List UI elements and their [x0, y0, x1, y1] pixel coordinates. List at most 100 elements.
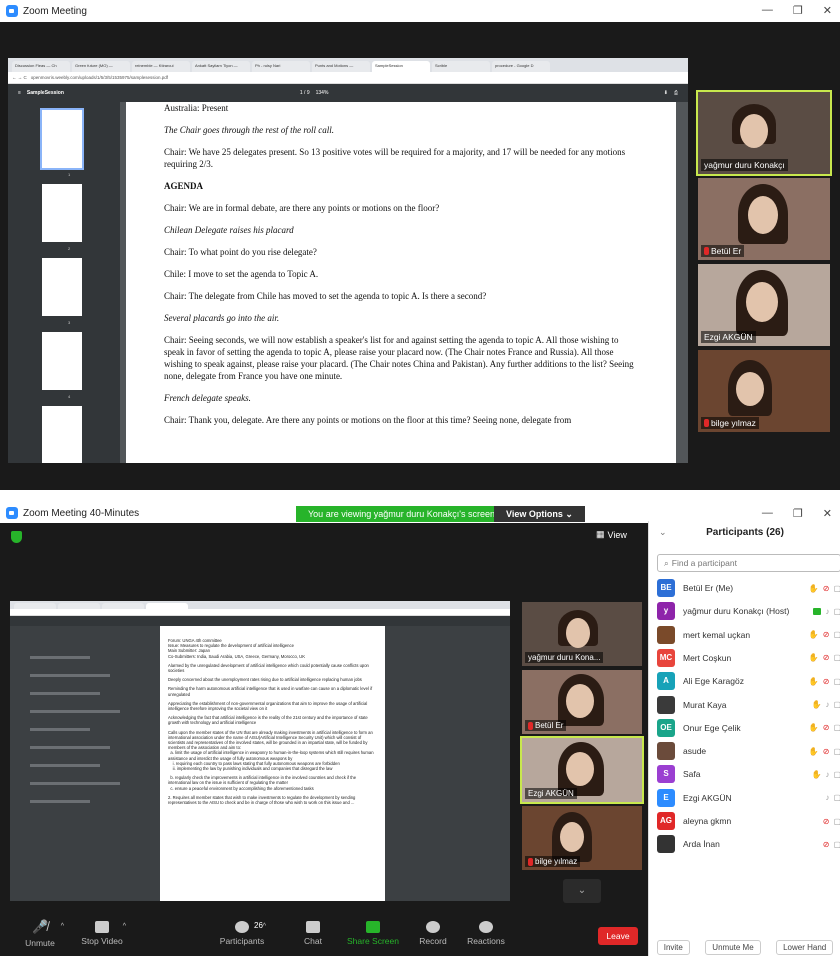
shared-screen-1[interactable]: Discussion Fleas — Ch Green future (MO) … — [8, 58, 688, 463]
participant-row[interactable]: Murat Kaya ✋ ♪ ▢ — [657, 694, 840, 716]
camera-icon: ▢ — [833, 839, 840, 849]
invite-button[interactable]: Invite — [656, 940, 690, 955]
browser-tab[interactable]: reinemble — Ktirarcui — [132, 61, 190, 72]
pdf-thumbnail[interactable] — [40, 108, 84, 170]
pdf-thumbnail[interactable] — [42, 406, 82, 463]
security-shield-icon[interactable] — [11, 531, 22, 543]
shared-screen-2[interactable]: Forum: UNGA 4th committee Issue: Measure… — [10, 601, 510, 901]
pdf-thumbnail[interactable] — [42, 332, 82, 390]
browser-tab[interactable]: Scrible — [432, 61, 490, 72]
nav-arrows-icon[interactable]: ← → C — [12, 75, 27, 80]
caret-up-icon[interactable]: ^ — [61, 923, 64, 930]
browser-tab[interactable] — [58, 603, 100, 609]
participant-row[interactable]: OE Onur Ege Çelik ✋ ⊘ ▢ — [657, 717, 840, 739]
participant-row[interactable]: BE Betül Er (Me) ✋ ⊘ ▢ — [657, 577, 840, 599]
window-controls-2: — ❐ ✕ — [762, 507, 832, 520]
minimize-button[interactable]: — — [762, 507, 773, 520]
mic-icon: ♪ — [825, 606, 830, 616]
participant-row[interactable]: A Ali Ege Karagöz ✋ ⊘ ▢ — [657, 670, 840, 692]
menu-icon[interactable]: ≡ — [18, 90, 21, 96]
stop-video-button[interactable]: Stop Video ^ — [72, 921, 132, 946]
browser-tab[interactable]: Ph - rulsy Nari — [252, 61, 310, 72]
pdf-thumbnail[interactable] — [42, 258, 82, 316]
participant-row[interactable]: y yağmur duru Konakçı (Host) ♪ ▢ — [657, 600, 840, 622]
address-bar[interactable] — [10, 609, 510, 616]
close-button[interactable]: ✕ — [823, 4, 832, 17]
video-tile[interactable]: Ezgi AKGÜN — [698, 264, 830, 346]
record-button[interactable]: Record — [403, 921, 463, 946]
participant-row[interactable]: MC Mert Coşkun ✋ ⊘ ▢ — [657, 647, 840, 669]
video-tile[interactable]: yağmur duru Kona... — [522, 602, 642, 666]
video-tile-active[interactable]: Ezgi AKGÜN — [520, 736, 644, 804]
video-tile[interactable]: bilge yılmaz — [522, 806, 642, 870]
participant-search-input[interactable]: ⌕ Find a participant — [657, 554, 840, 572]
video-tile[interactable]: Betül Er — [522, 670, 642, 734]
participant-name: Onur Ege Çelik — [683, 722, 741, 733]
collapse-chevron-icon[interactable]: ⌄ — [659, 527, 667, 538]
unmute-me-button[interactable]: Unmute Me — [705, 940, 761, 955]
video-tile[interactable]: bilge yılmaz — [698, 350, 830, 432]
participant-row[interactable]: Arda İnan ⊘ ▢ — [657, 833, 840, 855]
caret-up-icon[interactable]: ^ — [263, 923, 266, 930]
gallery-scroll-down-button[interactable]: ⌄ — [563, 879, 601, 903]
meeting-toolbar: 🎤̸ Unmute ^ Stop Video ^ 26 Participants… — [0, 917, 645, 956]
browser-tab-active[interactable] — [146, 603, 188, 609]
participant-row[interactable]: AG aleyna gkmn ⊘ ▢ — [657, 810, 840, 832]
pdf-toolbar: ≡ SampleSession 1 / 9 134% ⬇ ⎙ — [8, 84, 688, 102]
participant-row[interactable]: mert kemal uçkan ✋ ⊘ ▢ — [657, 624, 840, 646]
participant-avatar — [657, 625, 675, 644]
chat-button[interactable]: Chat — [283, 921, 343, 946]
mic-muted-icon — [528, 857, 533, 866]
participants-button[interactable]: 26 Participants ^ — [212, 921, 272, 946]
participant-avatar: A — [657, 672, 675, 691]
caret-up-icon[interactable]: ^ — [123, 923, 126, 930]
browser-tab[interactable] — [102, 603, 144, 609]
participant-name-tag: yağmur duru Kona... — [525, 652, 604, 663]
participants-panel-header: ⌄ Participants (26) — [649, 527, 840, 547]
browser-tab-active[interactable]: SampleSession — [372, 61, 430, 72]
leave-button[interactable]: Leave — [598, 927, 638, 945]
print-icon[interactable]: ⎙ — [674, 90, 678, 96]
browser-tab[interactable]: Green future (MO) — — [72, 61, 130, 72]
browser-tab[interactable]: Ankatt Sayilarn Tiyon — — [192, 61, 250, 72]
download-icon[interactable]: ⬇ — [664, 90, 668, 96]
video-tile[interactable]: yağmur duru Konakçı — [696, 90, 832, 176]
chat-icon — [306, 921, 320, 933]
pdf-page-indicator[interactable]: 1 / 9 — [300, 90, 310, 96]
participant-row[interactable]: S Safa ✋ ♪ ▢ — [657, 763, 840, 785]
lower-hand-button[interactable]: Lower Hand — [776, 940, 834, 955]
video-tile[interactable]: Betül Er — [698, 178, 830, 260]
maximize-button[interactable]: ❐ — [793, 4, 803, 17]
share-screen-button[interactable]: Share Screen — [343, 921, 403, 946]
doc-paragraph: Alarmed by the unregulated development o… — [168, 662, 371, 674]
pdf-zoom-level[interactable]: 134% — [316, 90, 329, 96]
reactions-button[interactable]: Reactions — [456, 921, 516, 946]
doc-paragraph: 2. Requires all member states that wish … — [168, 794, 357, 806]
unmute-button[interactable]: 🎤̸ Unmute ^ — [10, 920, 70, 948]
participant-avatar: S — [657, 765, 675, 784]
mic-muted-icon: ⊘ — [822, 676, 830, 686]
close-button[interactable]: ✕ — [823, 507, 832, 520]
participant-row[interactable]: E Ezgi AKGÜN ♪ ▢ — [657, 787, 840, 809]
doc-paragraph: Reminding the harm autonomous artificial… — [168, 686, 374, 697]
participant-avatar — [657, 742, 675, 761]
address-bar[interactable]: ← → C openmovris.weebly.com/uploads/1/5/… — [8, 72, 688, 84]
grid-icon: ▦ — [596, 529, 605, 539]
pdf-thumbnail[interactable] — [42, 184, 82, 242]
minimize-button[interactable]: — — [762, 4, 773, 17]
view-options-button[interactable]: View Options ⌄ — [494, 506, 585, 522]
browser-tab[interactable]: Punts and Motions — — [312, 61, 370, 72]
view-button[interactable]: ▦ View — [596, 529, 627, 540]
screen-share-icon — [813, 607, 822, 615]
browser-tab[interactable]: procedure - Google D — [492, 61, 550, 72]
participant-row[interactable]: asude ✋ ⊘ ▢ — [657, 740, 840, 762]
browser-tab[interactable]: Discussion Fleas — Ch — [12, 61, 70, 72]
maximize-button[interactable]: ❐ — [793, 507, 803, 520]
participant-avatar: MC — [657, 648, 675, 667]
title-bar-1: Zoom Meeting — ❐ ✕ — [0, 0, 840, 22]
zoom-logo-icon — [6, 5, 18, 17]
camera-icon: ▢ — [833, 816, 840, 826]
participant-name: Mert Coşkun — [683, 652, 732, 663]
browser-tab[interactable] — [14, 603, 56, 609]
view-label: View — [607, 529, 627, 540]
